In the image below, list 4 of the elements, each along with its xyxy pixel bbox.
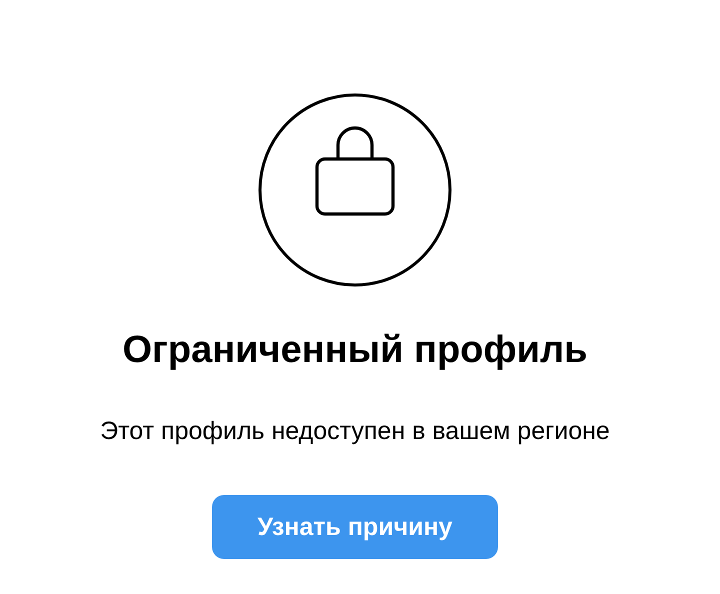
reason-button[interactable]: Узнать причину xyxy=(212,495,498,559)
title: Ограниченный профиль xyxy=(122,328,588,373)
message: Этот профиль недоступен в вашем регионе xyxy=(100,416,610,446)
lock-icon xyxy=(258,93,452,287)
